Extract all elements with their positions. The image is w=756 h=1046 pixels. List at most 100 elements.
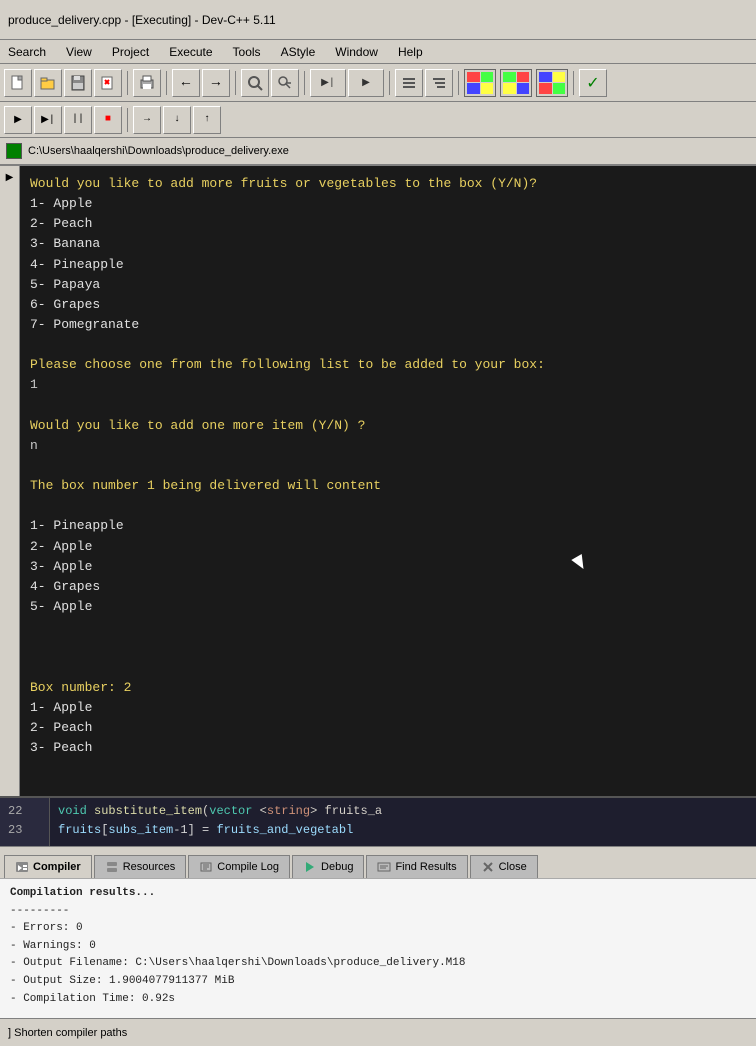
terminal-line-19: 3- Apple bbox=[30, 557, 746, 577]
open-btn[interactable] bbox=[34, 69, 62, 97]
indent-btn[interactable] bbox=[395, 69, 423, 97]
tab-close[interactable]: Close bbox=[470, 855, 538, 878]
sidebar-strip: ▶ bbox=[0, 166, 20, 796]
redo-btn[interactable]: → bbox=[202, 69, 230, 97]
fruits-var: fruits bbox=[58, 823, 101, 837]
compiler-out-0: Compilation results... bbox=[10, 885, 746, 903]
line-num-22: 22 bbox=[8, 802, 41, 821]
resources-tab-label: Resources bbox=[123, 861, 176, 873]
compiler-icon bbox=[15, 860, 29, 874]
close-tab-label: Close bbox=[499, 861, 527, 873]
save-btn[interactable] bbox=[64, 69, 92, 97]
vector-keyword: vector bbox=[209, 804, 252, 818]
menu-help[interactable]: Help bbox=[394, 43, 427, 61]
menu-search[interactable]: Search bbox=[4, 43, 50, 61]
terminal-line-7: 7- Pomegranate bbox=[30, 315, 746, 335]
menu-project[interactable]: Project bbox=[108, 43, 153, 61]
terminal-line-0: Would you like to add more fruits or veg… bbox=[30, 174, 746, 194]
debug-out-btn[interactable]: ↑ bbox=[193, 106, 221, 134]
terminal-line-26: 1- Apple bbox=[30, 698, 746, 718]
terminal-line-28: 3- Peach bbox=[30, 738, 746, 758]
exe-icon bbox=[6, 143, 22, 159]
toolbar-sep-5 bbox=[389, 71, 390, 95]
terminal-line-14 bbox=[30, 456, 746, 476]
terminal-line-10: 1 bbox=[30, 375, 746, 395]
line-num-23: 23 bbox=[8, 821, 41, 840]
menu-astyle[interactable]: AStyle bbox=[277, 43, 320, 61]
terminal-line-4: 4- Pineapple bbox=[30, 255, 746, 275]
terminal-line-20: 4- Grapes bbox=[30, 577, 746, 597]
tab-find-results[interactable]: Find Results bbox=[366, 855, 467, 878]
terminal-line-11 bbox=[30, 396, 746, 416]
address-path: C:\Users\haalqershi\Downloads\produce_de… bbox=[28, 145, 289, 157]
terminal-line-21: 5- Apple bbox=[30, 597, 746, 617]
toolbar-sep-7 bbox=[573, 71, 574, 95]
terminal-line-15: The box number 1 being delivered will co… bbox=[30, 476, 746, 496]
debug-over-btn[interactable]: ↓ bbox=[163, 106, 191, 134]
terminal-line-25: Box number: 2 bbox=[30, 678, 746, 698]
debug-run-btn[interactable]: ▶ bbox=[4, 106, 32, 134]
debug-step2-btn[interactable]: → bbox=[133, 106, 161, 134]
close-icon bbox=[481, 860, 495, 874]
toolbar-sep-2 bbox=[166, 71, 167, 95]
debug-step-btn[interactable]: ▶| bbox=[34, 106, 62, 134]
void-keyword: void bbox=[58, 804, 94, 818]
tab-compile-log[interactable]: Compile Log bbox=[188, 855, 290, 878]
compile-log-tab-label: Compile Log bbox=[217, 861, 279, 873]
toolbar-sep-4 bbox=[304, 71, 305, 95]
toolbar-sep-6 bbox=[458, 71, 459, 95]
code-content[interactable]: void substitute_item(vector <string> fru… bbox=[50, 798, 756, 846]
toolbar-1: ← → ▶| ▶ ✓ bbox=[0, 64, 756, 102]
terminal-line-23 bbox=[30, 637, 746, 657]
tab-debug[interactable]: Debug bbox=[292, 855, 364, 878]
compiler-output: Compilation results... --------- - Error… bbox=[0, 878, 756, 1018]
shorten-paths-btn[interactable]: ] Shorten compiler paths bbox=[8, 1027, 127, 1039]
terminal-line-12: Would you like to add one more item (Y/N… bbox=[30, 416, 746, 436]
code-line-2: fruits[subs_item-1] = fruits_and_vegetab… bbox=[58, 821, 748, 840]
menu-window[interactable]: Window bbox=[331, 43, 382, 61]
terminal-line-16 bbox=[30, 496, 746, 516]
new-btn[interactable] bbox=[4, 69, 32, 97]
toolbar-2: ▶ ▶| || ■ → ↓ ↑ bbox=[0, 102, 756, 138]
close-file-btn[interactable] bbox=[94, 69, 122, 97]
compiler-out-4: - Output Filename: C:\Users\haalqershi\D… bbox=[10, 955, 746, 973]
undo-btn[interactable]: ← bbox=[172, 69, 200, 97]
menu-bar: Search View Project Execute Tools AStyle… bbox=[0, 40, 756, 64]
compiler-out-6: - Compilation Time: 0.92s bbox=[10, 991, 746, 1009]
tab-bar: Compiler Resources Compile Log Debug Fin… bbox=[0, 846, 756, 878]
terminal[interactable]: Would you like to add more fruits or veg… bbox=[20, 166, 756, 796]
compile-log-icon bbox=[199, 860, 213, 874]
terminal-line-24 bbox=[30, 657, 746, 677]
debug-stop-btn[interactable]: ■ bbox=[94, 106, 122, 134]
run-btn[interactable]: ▶ bbox=[348, 69, 384, 97]
terminal-line-1: 1- Apple bbox=[30, 194, 746, 214]
debug-tab-label: Debug bbox=[321, 861, 353, 873]
string-keyword: string bbox=[267, 804, 310, 818]
fn-name: substitute_item bbox=[94, 804, 202, 818]
menu-execute[interactable]: Execute bbox=[165, 43, 216, 61]
findnext-btn[interactable] bbox=[271, 69, 299, 97]
menu-tools[interactable]: Tools bbox=[229, 43, 265, 61]
compiler-tab-label: Compiler bbox=[33, 861, 81, 873]
status-bar: ] Shorten compiler paths bbox=[0, 1018, 756, 1046]
color-btn-2[interactable] bbox=[500, 69, 532, 97]
debug-break-btn[interactable]: || bbox=[64, 106, 92, 134]
sidebar-arrow[interactable]: ▶ bbox=[6, 172, 14, 184]
check-btn[interactable]: ✓ bbox=[579, 69, 607, 97]
print-btn[interactable] bbox=[133, 69, 161, 97]
terminal-line-22 bbox=[30, 617, 746, 637]
compiler-out-5: - Output Size: 1.9004077911377 MiB bbox=[10, 973, 746, 991]
address-bar: C:\Users\haalqershi\Downloads\produce_de… bbox=[0, 138, 756, 166]
tab-compiler[interactable]: Compiler bbox=[4, 855, 92, 878]
terminal-line-13: n bbox=[30, 436, 746, 456]
menu-view[interactable]: View bbox=[62, 43, 96, 61]
debug-icon bbox=[303, 860, 317, 874]
toolbar-sep-1 bbox=[127, 71, 128, 95]
color-btn-3[interactable] bbox=[536, 69, 568, 97]
indent2-btn[interactable] bbox=[425, 69, 453, 97]
color-btn[interactable] bbox=[464, 69, 496, 97]
find-btn[interactable] bbox=[241, 69, 269, 97]
terminal-line-9: Please choose one from the following lis… bbox=[30, 355, 746, 375]
compile-btn[interactable]: ▶| bbox=[310, 69, 346, 97]
tab-resources[interactable]: Resources bbox=[94, 855, 187, 878]
